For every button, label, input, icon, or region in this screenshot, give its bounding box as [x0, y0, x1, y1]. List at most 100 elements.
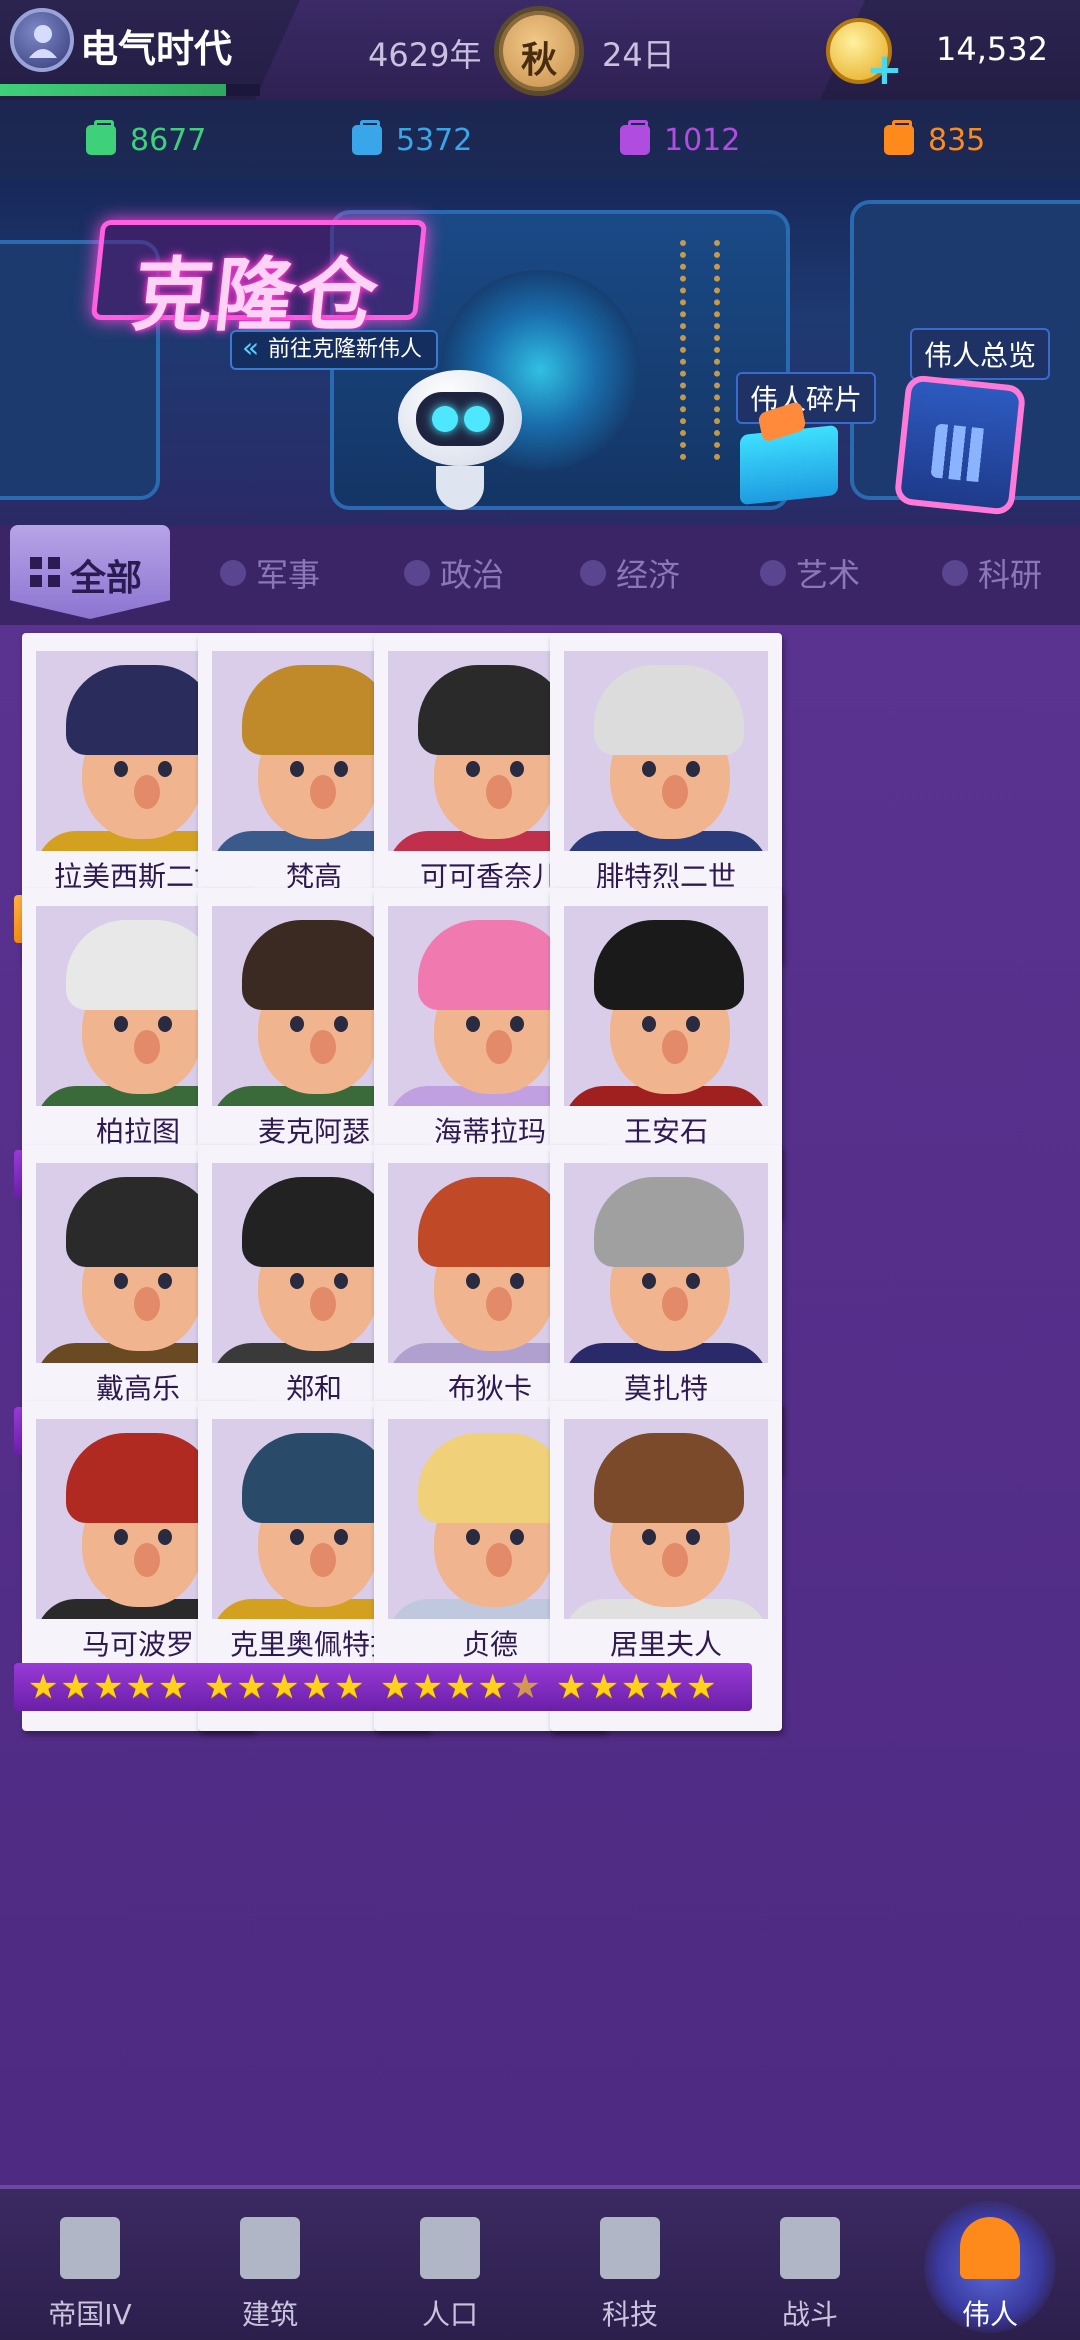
portrait-nose: [486, 1543, 512, 1577]
season-badge: 秋: [494, 6, 584, 96]
star-icon: ★: [380, 1667, 411, 1707]
portrait-eye: [158, 761, 172, 777]
nav-label: 人口: [421, 2298, 478, 2331]
puzzle-box-icon[interactable]: [740, 424, 838, 506]
portrait-eye: [290, 1016, 304, 1032]
nav-item-population[interactable]: 人口: [360, 2189, 540, 2340]
portrait-image: [564, 1419, 768, 1619]
tab-research[interactable]: 科研: [942, 553, 1043, 594]
portrait-nose: [134, 1287, 160, 1321]
nav-label: 建筑: [241, 2298, 298, 2331]
era-title[interactable]: 电气时代: [80, 18, 232, 73]
resource-item[interactable]: 5372: [352, 120, 472, 160]
portrait-eye: [466, 1529, 480, 1545]
star-icon: ★: [301, 1667, 332, 1707]
orange-bag-icon: [884, 120, 914, 155]
tab-all-label: 全部: [70, 558, 143, 599]
nav-item-tech-book[interactable]: 科技: [540, 2189, 720, 2340]
portrait-eye: [466, 1016, 480, 1032]
portrait-eye: [114, 1529, 128, 1545]
portrait-eye: [334, 761, 348, 777]
star-icon: ★: [556, 1667, 587, 1707]
portrait-eye: [510, 1016, 524, 1032]
tab-label: 经济: [616, 556, 681, 594]
nav-label: 伟人: [961, 2298, 1018, 2331]
day-text: 24日: [602, 36, 675, 74]
resource-value: 835: [928, 122, 986, 158]
portrait-eye: [510, 1529, 524, 1545]
robot-eye: [464, 406, 490, 432]
portrait-eye: [642, 761, 656, 777]
go-clone-link[interactable]: 前往克隆新伟人: [230, 330, 439, 370]
year-text: 4629年: [368, 36, 482, 74]
tab-art[interactable]: 艺术: [760, 553, 860, 594]
robot-face: [416, 392, 504, 446]
portrait-eye: [686, 1273, 700, 1289]
overview-frame-icon[interactable]: [893, 374, 1027, 516]
building-icon: [240, 2217, 300, 2279]
portrait-eye: [686, 1529, 700, 1545]
resource-item[interactable]: 835: [884, 120, 985, 160]
portrait-eye: [114, 1016, 128, 1032]
era-emblem-icon[interactable]: [10, 8, 74, 72]
nav-label: 科技: [601, 2298, 658, 2331]
gold-amount: 14,532: [936, 30, 1048, 68]
nav-item-building[interactable]: 建筑: [180, 2189, 360, 2340]
portrait-eye: [290, 1529, 304, 1545]
portrait-nose: [134, 775, 160, 809]
grid-icon: [30, 557, 60, 587]
nav-item-crossed-swords[interactable]: 战斗: [720, 2189, 900, 2340]
tab-military[interactable]: 军事: [220, 553, 320, 594]
star-icon: ★: [157, 1667, 189, 1707]
great-person-name: 王安石: [623, 1115, 708, 1148]
great-shards-label[interactable]: 伟人碎片: [736, 372, 877, 424]
clone-title-sign[interactable]: 克隆仓: [90, 220, 428, 342]
portrait-hair: [594, 1177, 744, 1267]
coins-icon: [580, 560, 606, 586]
portrait-eye: [334, 1016, 348, 1032]
robot-mascot-icon: [398, 370, 522, 510]
portrait-eye: [114, 1273, 128, 1289]
star-icon: ★: [92, 1667, 124, 1707]
resource-item[interactable]: 8677: [86, 120, 206, 160]
nav-item-great-person[interactable]: 伟人: [900, 2189, 1080, 2340]
portrait-hair: [594, 1433, 744, 1523]
star-icon: ★: [125, 1667, 156, 1707]
star-icon: ★: [236, 1667, 267, 1707]
robot-eye: [432, 406, 458, 432]
star-icon: ★: [204, 1667, 235, 1707]
great-overview-label[interactable]: 伟人总览: [910, 328, 1051, 380]
portrait-nose: [134, 1030, 160, 1064]
clone-banner[interactable]: 克隆仓 前往克隆新伟人 伟人碎片 伟人总览: [0, 180, 1080, 525]
star-rating: ★★★★★: [542, 1663, 752, 1711]
portrait-eye: [158, 1273, 172, 1289]
add-gold-icon[interactable]: +: [866, 48, 903, 92]
star-icon: ★: [60, 1667, 91, 1707]
great-person-name: 居里夫人: [609, 1628, 722, 1661]
tab-all[interactable]: 全部: [10, 525, 170, 619]
star-icon: ★: [477, 1667, 508, 1707]
portrait-nose: [662, 775, 688, 809]
portrait-eye: [290, 1273, 304, 1289]
portrait-eye: [290, 761, 304, 777]
portrait-image: [564, 906, 768, 1106]
portrait-nose: [662, 1287, 688, 1321]
tab-economy[interactable]: 经济: [580, 553, 681, 594]
great-person-card[interactable]: 居里夫人 ★ ★ ★ ★ ★: [542, 1401, 782, 1731]
star-icon: ★: [653, 1667, 684, 1707]
resource-item[interactable]: 1012: [620, 120, 740, 160]
tech-book-icon: [600, 2217, 660, 2279]
portrait-eye: [158, 1529, 172, 1545]
star-icon: ★: [28, 1667, 59, 1707]
green-bag-icon: [86, 120, 116, 155]
nav-item-empire[interactable]: 帝国IV: [0, 2189, 180, 2340]
tab-label: 科研: [978, 556, 1043, 594]
nav-label: 战斗: [781, 2298, 838, 2331]
category-tabs: 全部 军事 政治 经济 艺术 科研: [0, 525, 1080, 625]
portrait-eye: [158, 1016, 172, 1032]
tab-politics[interactable]: 政治: [404, 553, 504, 594]
portrait-eye: [686, 1016, 700, 1032]
portrait-eye: [642, 1529, 656, 1545]
star-icon: ★: [685, 1667, 717, 1707]
portrait-nose: [486, 1030, 512, 1064]
